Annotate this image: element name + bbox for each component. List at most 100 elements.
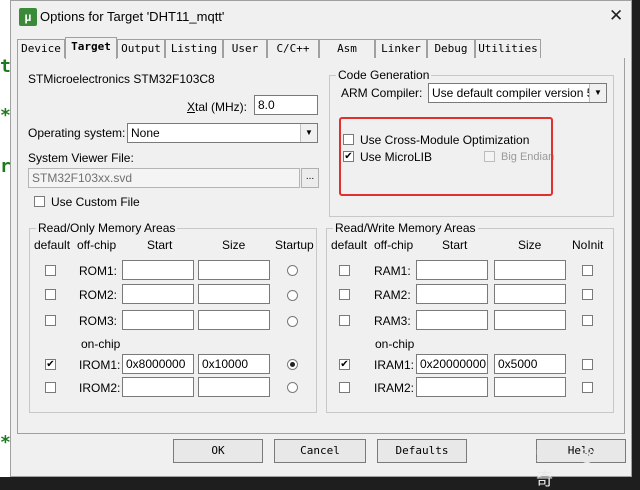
svd-browse-button[interactable]: ... [301,168,319,188]
code-generation-title: Code Generation [336,68,432,82]
irom2-startup-radio[interactable] [287,382,298,393]
arm-compiler-select[interactable]: Use default compiler version 5 ▼ [428,83,607,103]
rom-header-startup: Startup [275,238,314,252]
rom1-default-checkbox[interactable] [45,265,56,276]
irom2-start-input[interactable] [122,377,194,397]
options-dialog: µ Options for Target 'DHT11_mqtt' ✕ Devi… [10,0,632,490]
iram2-start-input[interactable] [416,377,488,397]
svd-label: System Viewer File: [28,151,134,165]
ram1-start-input[interactable] [416,260,488,280]
iram1-label: IRAM1: [374,358,415,372]
chevron-down-icon: ▼ [300,124,317,142]
xtal-input[interactable]: 8.0 [254,95,318,115]
tab-cpp[interactable]: C/C++ [267,39,319,58]
tab-listing[interactable]: Listing [165,39,223,58]
use-custom-file-checkbox[interactable] [34,196,45,207]
tab-utilities[interactable]: Utilities [475,39,541,58]
use-custom-file-label: Use Custom File [51,195,140,209]
os-select[interactable]: None ▼ [127,123,318,143]
rom2-start-input[interactable] [122,284,194,304]
rom1-startup-radio[interactable] [287,265,298,276]
os-label: Operating system: [28,126,126,140]
ram1-label: RAM1: [374,264,411,278]
ram1-noinit-checkbox[interactable] [582,265,593,276]
chevron-down-icon: ▼ [589,84,606,102]
tab-user[interactable]: User [223,39,267,58]
rom-title: Read/Only Memory Areas [36,221,178,235]
ram2-label: RAM2: [374,288,411,302]
irom2-size-input[interactable] [198,377,270,397]
tab-linker[interactable]: Linker [375,39,427,58]
ram-group: Read/Write Memory Areas default off-chip… [326,221,614,413]
ram1-default-checkbox[interactable] [339,265,350,276]
svd-input[interactable]: STM32F103xx.svd [28,168,300,188]
irom1-default-checkbox[interactable]: ✔ [45,359,56,370]
arm-compiler-label: ARM Compiler: [341,86,423,100]
iram2-noinit-checkbox[interactable] [582,382,593,393]
rom2-startup-radio[interactable] [287,290,298,301]
ram-header-offchip: off-chip [374,238,414,252]
highlight-box [339,117,553,196]
ram2-default-checkbox[interactable] [339,289,350,300]
rom3-start-input[interactable] [122,310,194,330]
irom1-label: IROM1: [79,358,121,372]
tab-device[interactable]: Device [17,39,65,58]
ram-header-default: default [331,238,368,252]
rom-header-size: Size [222,238,246,252]
rom3-label: ROM3: [79,314,118,328]
irom1-start-input[interactable]: 0x8000000 [122,354,194,374]
rom-header-offchip: off-chip [77,238,117,252]
ram-header-noinit: NoInit [572,238,604,252]
ok-button[interactable]: OK [173,439,263,463]
rom2-default-checkbox[interactable] [45,289,56,300]
title-bar: µ Options for Target 'DHT11_mqtt' ✕ [11,1,631,33]
iram1-noinit-checkbox[interactable] [582,359,593,370]
rom1-start-input[interactable] [122,260,194,280]
irom2-default-checkbox[interactable] [45,382,56,393]
dialog-title: Options for Target 'DHT11_mqtt' [40,9,225,24]
iram1-start-input[interactable]: 0x20000000 [416,354,488,374]
ram-title: Read/Write Memory Areas [333,221,478,235]
rom-group: Read/Only Memory Areas default off-chip … [29,221,317,413]
close-icon[interactable]: ✕ [609,6,623,26]
ram1-size-input[interactable] [494,260,566,280]
rom2-size-input[interactable] [198,284,270,304]
ram2-size-input[interactable] [494,284,566,304]
rom-header-default: default [34,238,71,252]
irom1-startup-radio[interactable] [287,359,298,370]
rom3-startup-radio[interactable] [287,316,298,327]
rom3-size-input[interactable] [198,310,270,330]
rom-header-start: Start [147,238,173,252]
keil-app-icon: µ [19,8,37,26]
tab-target[interactable]: Target [65,37,117,59]
irom1-size-input[interactable]: 0x10000 [198,354,270,374]
tab-output[interactable]: Output [117,39,165,58]
irom2-label: IROM2: [79,381,121,395]
device-name: STMicroelectronics STM32F103C8 [28,72,215,86]
rom-onchip-label: on-chip [81,337,121,351]
ram-header-start: Start [442,238,468,252]
ram3-default-checkbox[interactable] [339,315,350,326]
iram2-label: IRAM2: [374,381,415,395]
ram3-start-input[interactable] [416,310,488,330]
iram2-size-input[interactable] [494,377,566,397]
ram3-noinit-checkbox[interactable] [582,315,593,326]
tab-debug[interactable]: Debug [427,39,475,58]
cancel-button[interactable]: Cancel [274,439,366,463]
iram1-default-checkbox[interactable]: ✔ [339,359,350,370]
rom1-size-input[interactable] [198,260,270,280]
rom3-default-checkbox[interactable] [45,315,56,326]
tab-asm[interactable]: Asm [319,39,375,58]
target-tab-pane: STMicroelectronics STM32F103C8 Xtal (MHz… [17,58,625,434]
defaults-button[interactable]: Defaults [377,439,467,463]
ram3-label: RAM3: [374,314,411,328]
ram-onchip-label: on-chip [375,337,415,351]
os-value: None [131,126,160,140]
ram3-size-input[interactable] [494,310,566,330]
ram2-noinit-checkbox[interactable] [582,289,593,300]
ram2-start-input[interactable] [416,284,488,304]
iram1-size-input[interactable]: 0x5000 [494,354,566,374]
iram2-default-checkbox[interactable] [339,382,350,393]
xtal-label: Xtal (MHz): [187,100,248,114]
arm-compiler-value: Use default compiler version 5 [432,86,594,100]
